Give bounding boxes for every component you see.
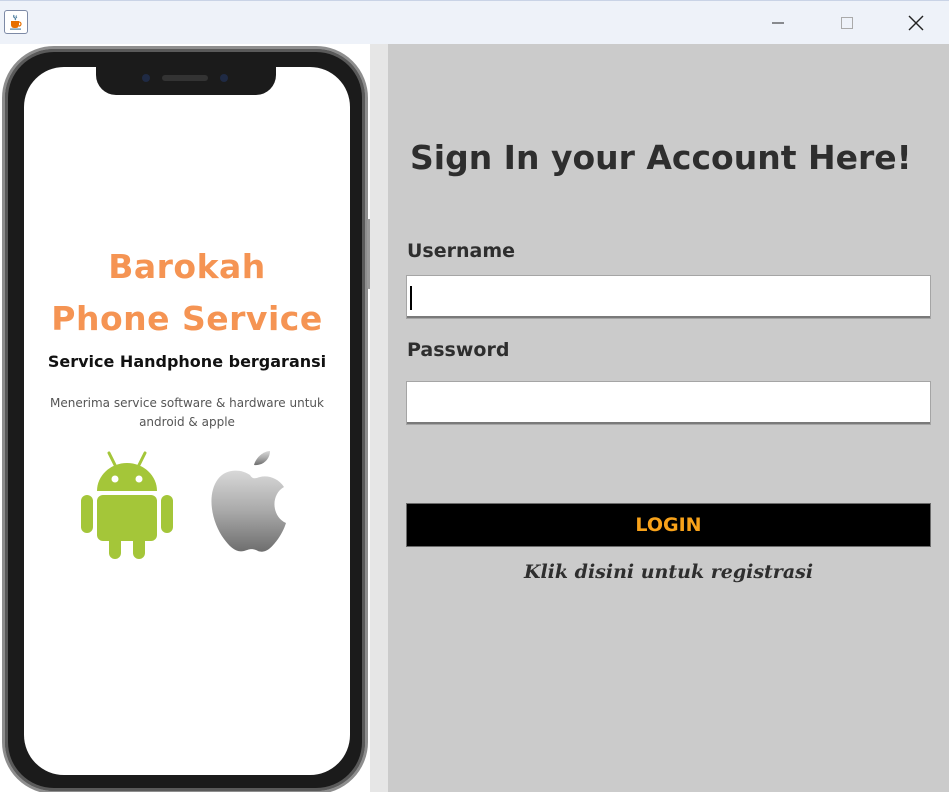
maximize-button[interactable] xyxy=(812,1,882,45)
camera-dot xyxy=(142,74,150,82)
close-icon xyxy=(908,15,924,31)
maximize-icon xyxy=(841,17,853,29)
phone-notch xyxy=(96,67,276,95)
username-field[interactable] xyxy=(406,275,931,319)
minimize-button[interactable] xyxy=(743,1,813,45)
brand-name-line2: Phone Service xyxy=(51,299,323,338)
phone-mockup: Barokah Phone Service Service Handphone … xyxy=(2,46,372,792)
description-line2: android & apple xyxy=(139,415,235,429)
apple-icon xyxy=(211,451,286,552)
password-field[interactable] xyxy=(406,381,931,425)
window-titlebar xyxy=(0,0,949,44)
panel-divider xyxy=(370,44,388,792)
speaker-grill xyxy=(162,75,208,81)
login-form-panel: Sign In your Account Here! Username Pass… xyxy=(388,44,949,792)
brand-name-line1: Barokah xyxy=(108,247,266,286)
promo-tagline: Service Handphone bergaransi xyxy=(47,352,327,371)
android-icon xyxy=(81,451,173,559)
phone-screen: Barokah Phone Service Service Handphone … xyxy=(24,67,350,775)
description-line1: Menerima service software & hardware unt… xyxy=(50,396,324,410)
sensor-dot xyxy=(220,74,228,82)
java-cup-icon[interactable] xyxy=(4,10,28,34)
register-link[interactable]: Klik disini untuk registrasi xyxy=(406,561,931,583)
login-button[interactable]: LOGIN xyxy=(406,503,931,547)
promo-description: Menerima service software & hardware unt… xyxy=(24,394,350,432)
close-button[interactable] xyxy=(881,1,949,45)
minimize-icon xyxy=(772,22,784,24)
username-label: Username xyxy=(407,240,516,262)
text-caret xyxy=(410,286,412,310)
page-title: Sign In your Account Here! xyxy=(410,138,912,177)
promo-image-panel: Barokah Phone Service Service Handphone … xyxy=(0,44,388,792)
password-label: Password xyxy=(407,339,510,361)
